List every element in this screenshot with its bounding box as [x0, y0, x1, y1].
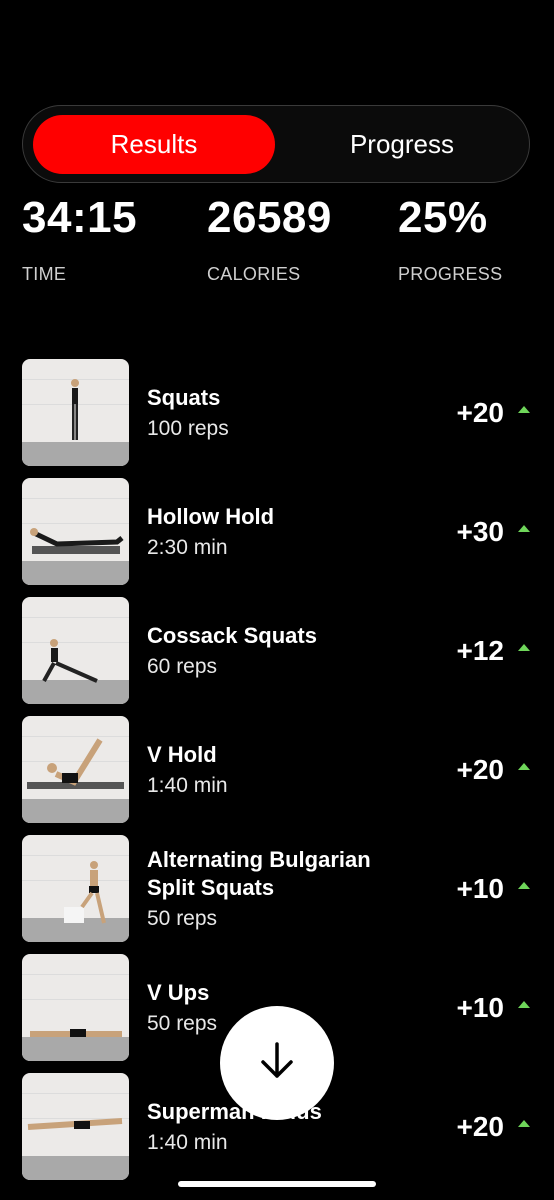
exercise-thumbnail: [22, 716, 129, 823]
stat-calories: 26589 CALORIES: [207, 196, 332, 285]
exercise-detail: 1:40 min: [147, 773, 228, 797]
arrow-up-icon: [518, 1120, 530, 1127]
stat-progress-label: PROGRESS: [398, 264, 503, 284]
exercise-detail: 1:40 min: [147, 1130, 228, 1154]
tab-results[interactable]: Results: [33, 115, 275, 174]
arrow-up-icon: [518, 644, 530, 651]
exercise-info: Hollow Hold 2:30 min: [147, 478, 397, 585]
exercise-row[interactable]: Cossack Squats 60 reps +12: [0, 597, 554, 716]
home-indicator[interactable]: [178, 1181, 376, 1187]
arrow-up-icon: [518, 763, 530, 770]
results-progress-toggle: Results Progress: [22, 105, 530, 183]
exercise-name: V Hold: [147, 741, 217, 767]
exercise-name: Cossack Squats: [147, 622, 317, 648]
exercise-name: Hollow Hold: [147, 503, 275, 529]
exercise-delta: +10: [456, 872, 505, 904]
exercise-delta: +12: [456, 634, 505, 666]
exercise-delta: +10: [456, 991, 505, 1023]
exercise-delta: +30: [456, 515, 505, 547]
arrow-down-icon: [257, 1040, 297, 1087]
arrow-up-icon: [518, 406, 530, 413]
arrow-up-icon: [518, 1001, 530, 1008]
exercise-delta: +20: [456, 396, 505, 428]
tab-progress[interactable]: Progress: [281, 115, 523, 174]
exercise-detail: 100 reps: [147, 416, 229, 440]
exercise-delta: +20: [456, 753, 505, 785]
stat-calories-label: CALORIES: [207, 264, 301, 284]
exercise-detail: 50 reps: [147, 906, 218, 930]
exercise-thumbnail: [22, 954, 129, 1061]
stat-time: 34:15 TIME: [22, 196, 137, 285]
exercise-info: Cossack Squats 60 reps: [147, 597, 397, 704]
stat-progress: 25% PROGRESS: [398, 196, 502, 285]
exercise-thumbnail: [22, 1073, 129, 1180]
exercise-thumbnail: [22, 478, 129, 585]
exercise-row[interactable]: Alternating Bulgarian Split Squats 50 re…: [0, 835, 554, 954]
exercise-row[interactable]: Squats 100 reps +20: [0, 359, 554, 478]
exercise-name: V Ups: [147, 979, 210, 1005]
exercise-delta: +20: [456, 1110, 505, 1142]
exercise-info: Squats 100 reps: [147, 359, 397, 466]
stat-calories-value: 26589: [207, 193, 332, 242]
exercise-thumbnail: [22, 359, 129, 466]
exercise-row[interactable]: V Hold 1:40 min +20: [0, 716, 554, 835]
exercise-thumbnail: [22, 835, 129, 942]
arrow-up-icon: [518, 525, 530, 532]
exercise-info: V Hold 1:40 min: [147, 716, 397, 823]
exercise-name: Squats: [147, 384, 221, 410]
exercise-row[interactable]: Hollow Hold 2:30 min +30: [0, 478, 554, 597]
scroll-down-button[interactable]: [220, 1006, 334, 1120]
exercise-name: Alternating Bulgarian Split Squats: [147, 846, 371, 900]
exercise-detail: 2:30 min: [147, 535, 228, 559]
exercise-detail: 60 reps: [147, 654, 218, 678]
stat-time-value: 34:15: [22, 193, 138, 242]
stat-progress-value: 25%: [398, 193, 488, 242]
arrow-up-icon: [518, 882, 530, 889]
stat-time-label: TIME: [22, 264, 67, 284]
exercise-info: Alternating Bulgarian Split Squats 50 re…: [147, 835, 397, 942]
exercise-thumbnail: [22, 597, 129, 704]
